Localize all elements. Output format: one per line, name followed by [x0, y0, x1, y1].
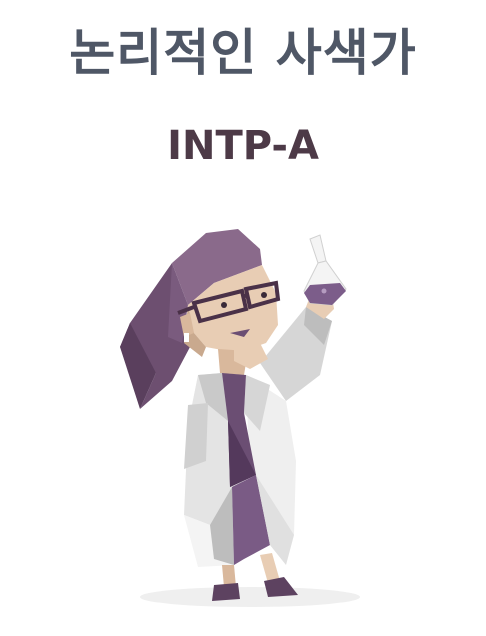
coat-sleeve-left — [184, 403, 208, 469]
flask-icon — [303, 234, 347, 306]
eye-left — [221, 302, 227, 308]
flask-liquid — [304, 283, 346, 305]
eye-right — [261, 292, 267, 298]
floor-shadow — [140, 587, 360, 607]
earring — [184, 333, 189, 342]
shoe-left — [212, 583, 240, 601]
scientist-with-flask-icon — [120, 229, 360, 607]
personality-type-code: INTP-A — [167, 123, 319, 169]
personality-card: 논리적인 사색가 INTP-A — [0, 0, 486, 636]
personality-type-title: 논리적인 사색가 — [69, 24, 417, 82]
shoe-right — [264, 577, 298, 597]
